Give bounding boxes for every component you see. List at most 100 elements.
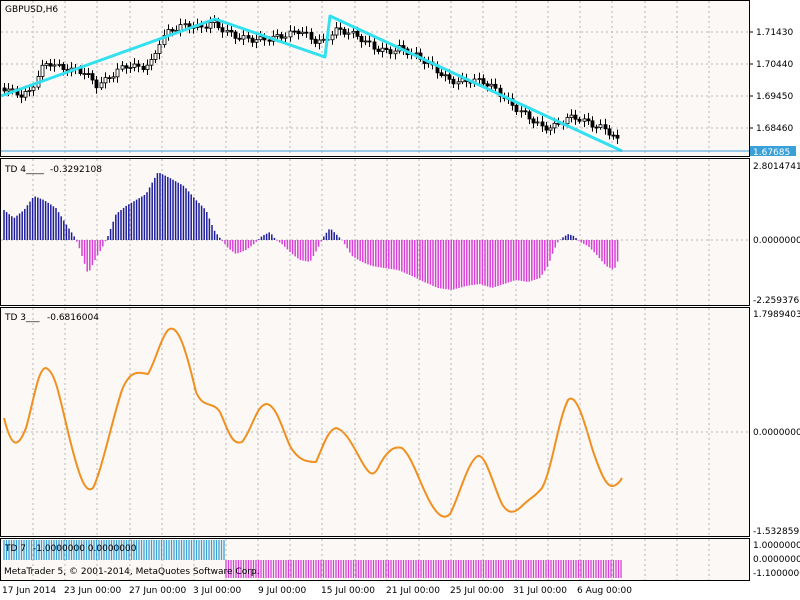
time-tick: 31 Jul 00:00 [513, 586, 567, 596]
td4-axis-zero: 0.0000000 [753, 236, 800, 246]
candle-body [351, 30, 356, 34]
candle-body [149, 59, 154, 66]
candle-body [94, 79, 99, 89]
trading-terminal: GBPUSD,H6 1.71430 1.70440 1.69450 1.6846… [0, 0, 800, 600]
candle-body [586, 118, 591, 122]
candle-body [439, 72, 444, 77]
candle-body [359, 35, 364, 43]
candle-body [27, 89, 32, 92]
candle-body [254, 39, 259, 43]
candle-body [514, 104, 519, 113]
td3-axis-min: -1.5328591 [753, 527, 800, 537]
td3-name: TD 3___ [4, 313, 40, 323]
candle-body [330, 34, 335, 41]
candle-body [380, 47, 385, 52]
candle-body [111, 76, 116, 79]
candle-body [48, 63, 53, 67]
candle-body [52, 64, 57, 67]
candle-body [237, 37, 242, 40]
price-tick: 1.70440 [756, 60, 793, 70]
time-tick: 3 Jul 00:00 [193, 586, 242, 596]
candle-body [615, 134, 620, 139]
candle-body [376, 48, 381, 52]
candle-body [451, 78, 456, 85]
candle-body [540, 121, 545, 127]
candle-body [544, 125, 549, 131]
candle-body [82, 73, 87, 75]
td4-axis: 2.8014741 0.0000000 -2.2593765 [753, 162, 800, 306]
candle-body [535, 121, 540, 124]
candle-body [288, 30, 293, 38]
candle-body [258, 36, 263, 41]
time-tick: 25 Jul 00:00 [450, 586, 504, 596]
candle-body [141, 65, 146, 70]
candle-body [300, 31, 305, 35]
candle-body [485, 83, 490, 87]
candle-body [582, 118, 587, 122]
candle-body [569, 114, 574, 118]
chart-canvas[interactable]: GBPUSD,H6 1.71430 1.70440 1.69450 1.6846… [0, 0, 800, 600]
candle-body [594, 126, 599, 129]
candle-body [519, 110, 524, 113]
time-tick: 17 Jun 2014 [2, 586, 56, 596]
candle-body [229, 29, 234, 33]
candle-body [57, 63, 62, 66]
time-tick: 9 Jul 00:00 [258, 586, 307, 596]
candle-body [44, 63, 49, 66]
candle-body [145, 64, 150, 70]
candle-body [577, 118, 582, 122]
time-axis: 17 Jun 2014 23 Jun 00:00 27 Jun 00:00 3 … [2, 586, 632, 596]
td3-axis-zero: 0.0000000 [753, 428, 800, 438]
candle-body [493, 83, 498, 89]
td7-axis-zero: 0.0000000 [753, 555, 800, 565]
candle-body [128, 67, 133, 69]
td3-value: -0.6816004 [47, 313, 99, 323]
candle-body [208, 22, 213, 29]
candle-body [157, 44, 162, 54]
candle-body [384, 47, 389, 51]
candle-body [477, 78, 482, 81]
candle-body [183, 23, 188, 26]
candle-body [283, 36, 288, 39]
time-tick: 6 Aug 00:00 [577, 586, 632, 596]
candle-body [548, 127, 553, 131]
td7-axis-max: 1.0000000 [753, 541, 800, 551]
candle-body [220, 27, 225, 33]
candle-body [317, 39, 322, 44]
td7-name: TD 7 [4, 544, 26, 554]
price-tick: 1.68460 [756, 124, 793, 134]
candle-body [355, 30, 360, 37]
candle-body [107, 77, 112, 80]
candle-body [6, 88, 11, 92]
candle-body [10, 88, 15, 91]
candle-body [170, 29, 175, 32]
candle-body [565, 117, 570, 125]
td7-value: -1.0000000 0.0000000 [33, 544, 137, 554]
candle-body [90, 73, 95, 81]
time-tick: 21 Jul 00:00 [386, 586, 440, 596]
td3-axis-max: 1.7989403 [753, 310, 800, 320]
candle-body [124, 65, 129, 69]
candle-body [225, 29, 230, 33]
candle-body [61, 63, 66, 70]
candle-body [489, 83, 494, 87]
candle-body [443, 74, 448, 77]
td4-value: -0.3292108 [50, 165, 102, 175]
candle-body [2, 87, 7, 92]
candle-body [233, 31, 238, 39]
td7-axis-min: -1.1000000 [753, 569, 800, 579]
time-tick: 27 Jun 00:00 [129, 586, 186, 596]
symbol-label: GBPUSD,H6 [5, 5, 58, 15]
price-tick: 1.69450 [756, 92, 793, 102]
candle-body [292, 30, 297, 33]
candle-body [447, 74, 452, 80]
candle-body [607, 128, 612, 136]
candle-body [153, 53, 158, 60]
candle-body [321, 38, 326, 41]
copyright-text: MetaTrader 5, © 2001-2014, MetaQuotes So… [4, 567, 260, 577]
candle-body [267, 39, 272, 42]
price-tick: 1.71430 [756, 28, 793, 38]
candle-body [531, 118, 536, 124]
candle-body [573, 114, 578, 120]
candle-body [99, 82, 104, 89]
